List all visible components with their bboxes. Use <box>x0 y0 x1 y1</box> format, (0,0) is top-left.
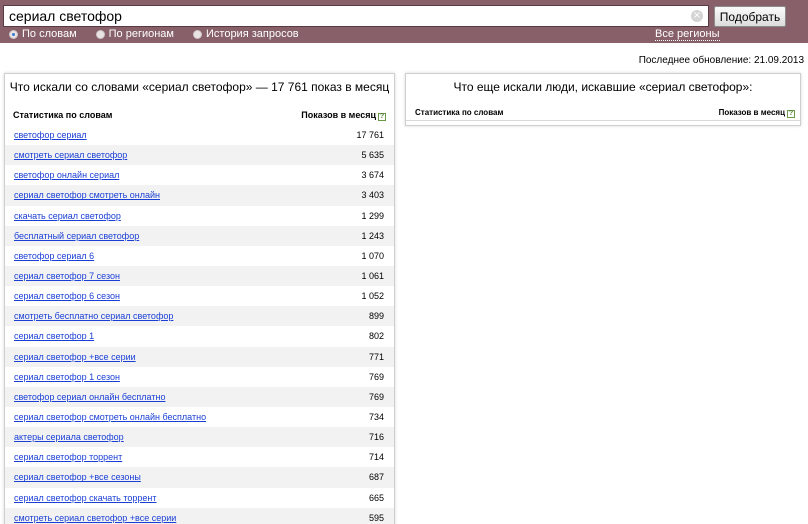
search-bar: × Подобрать По словам По регионам Истори… <box>0 0 808 43</box>
table-row: сериал светофор 7 сезон 1 061 <box>5 265 394 287</box>
column-header-shows: Показов в месяц? <box>719 108 795 118</box>
table-row: актеры сериала светофор 716 <box>5 427 394 448</box>
submit-button[interactable]: Подобрать <box>714 6 786 27</box>
question-icon[interactable]: ? <box>787 109 795 118</box>
shows-count: 687 <box>368 472 384 483</box>
phrase-link[interactable]: смотреть бесплатно сериал светофор <box>14 311 173 321</box>
phrase-link[interactable]: сериал светофор +все сезоны <box>14 472 141 482</box>
radio-label: По регионам <box>108 28 174 40</box>
shows-count: 17 761 <box>356 130 384 141</box>
phrase-link[interactable]: сериал светофор скачать торрент <box>14 493 157 503</box>
radio-history[interactable]: История запросов <box>193 28 299 40</box>
shows-count: 716 <box>368 432 384 443</box>
shows-count: 771 <box>368 351 384 362</box>
table-header: Статистика по словам Показов в месяц? <box>406 105 800 121</box>
phrase-link[interactable]: актеры сериала светофор <box>14 432 124 442</box>
radio-dot-icon <box>95 29 105 39</box>
table-row: сериал светофор 1 802 <box>5 326 394 346</box>
table-body: светофор сериал 17 761 смотреть сериал све… <box>5 125 394 524</box>
table-row: скачать сериал светофор 1 299 <box>5 206 394 226</box>
table-row: сериал светофор смотреть онлайн 3 403 <box>5 185 394 206</box>
table-row: смотреть бесплатно сериал светофор 899 <box>5 306 394 327</box>
shows-count: 665 <box>368 492 384 503</box>
table-row: сериал светофор 6 сезон 1 052 <box>5 286 394 306</box>
column-header-shows: Показов в месяц? <box>301 110 386 121</box>
phrase-link[interactable]: бесплатный сериал светофор <box>14 231 139 241</box>
table-row: бесплатный сериал светофор 1 243 <box>5 225 394 246</box>
shows-count: 769 <box>368 391 384 402</box>
table-row: сериал светофор смотреть онлайн бесплатн… <box>5 407 394 427</box>
table-row: смотреть сериал светофор +все серии 595 <box>5 507 394 524</box>
panel-title: Что искали со словами «сериал светофор» … <box>9 80 390 94</box>
shows-count: 1 061 <box>361 271 384 282</box>
phrase-link[interactable]: скачать сериал светофор <box>14 211 121 221</box>
shows-count: 1 070 <box>361 250 384 261</box>
last-updated: Последнее обновление: 21.09.2013 <box>638 55 804 66</box>
table-row: смотреть сериал светофор 5 635 <box>5 145 394 166</box>
phrase-link[interactable]: светофор сериал 6 <box>14 251 94 261</box>
shows-count: 769 <box>368 371 384 382</box>
shows-count: 1 052 <box>361 291 384 302</box>
phrase-link[interactable]: сериал светофор 6 сезон <box>14 291 120 301</box>
table-row: светофор онлайн сериал 3 674 <box>5 165 394 185</box>
related-searches-panel: Что еще искали люди, искавшие «сериал св… <box>405 73 801 126</box>
phrase-link[interactable]: сериал светофор смотреть онлайн <box>14 190 160 200</box>
phrase-link[interactable]: сериал светофор 1 <box>14 331 94 341</box>
shows-count: 899 <box>368 311 384 322</box>
phrase-link[interactable]: светофор сериал <box>14 130 87 140</box>
table-row: сериал светофор торрент 714 <box>5 447 394 467</box>
phrase-link[interactable]: светофор сериал онлайн бесплатно <box>14 392 165 402</box>
search-box: × <box>3 5 709 27</box>
phrase-link[interactable]: сериал светофор смотреть онлайн бесплатн… <box>14 412 206 422</box>
column-header-shows-label: Показов в месяц <box>718 107 785 117</box>
column-header-shows-label: Показов в месяц <box>301 109 376 120</box>
table-row: сериал светофор +все сезоны 687 <box>5 467 394 488</box>
shows-count: 734 <box>368 412 384 423</box>
table-header: Статистика по словам Показов в месяц? <box>5 108 394 122</box>
all-regions-link[interactable]: Все регионы <box>655 28 720 41</box>
table-row: сериал светофор +все серии 771 <box>5 346 394 367</box>
phrase-link[interactable]: сериал светофор 7 сезон <box>14 271 120 281</box>
radio-by-words[interactable]: По словам <box>9 28 77 40</box>
phrase-link[interactable]: сериал светофор 1 сезон <box>14 372 120 382</box>
table-row: светофор сериал 17 761 <box>5 125 394 145</box>
words-stats-panel: Что искали со словами «сериал светофор» … <box>4 73 395 524</box>
table-row: сериал светофор 1 сезон 769 <box>5 367 394 387</box>
radio-by-regions[interactable]: По регионам <box>95 28 174 40</box>
phrase-link[interactable]: смотреть сериал светофор +все серии <box>14 513 176 523</box>
shows-count: 3 403 <box>361 190 384 201</box>
shows-count: 802 <box>368 331 384 342</box>
radio-label: История запросов <box>206 28 299 40</box>
panel-title: Что еще искали люди, искавшие «сериал св… <box>453 80 753 94</box>
phrase-link[interactable]: сериал светофор +все серии <box>14 352 136 362</box>
phrase-link[interactable]: светофор онлайн сериал <box>14 170 119 180</box>
table-row: светофор сериал 6 1 070 <box>5 246 394 266</box>
column-header-stats: Статистика по словам <box>13 110 113 120</box>
phrase-link[interactable]: смотреть сериал светофор <box>14 150 127 160</box>
shows-count: 714 <box>368 452 384 463</box>
shows-count: 1 299 <box>361 210 384 221</box>
radio-label: По словам <box>22 28 77 40</box>
radio-dot-icon <box>193 29 202 39</box>
table-row: сериал светофор скачать торрент 665 <box>5 488 394 508</box>
shows-count: 595 <box>368 512 384 523</box>
radio-dot-icon <box>9 29 18 39</box>
search-mode-radios: По словам По регионам История запросов <box>9 28 318 40</box>
phrase-link[interactable]: сериал светофор торрент <box>14 452 122 462</box>
question-icon[interactable]: ? <box>378 112 386 121</box>
shows-count: 5 635 <box>361 150 384 161</box>
search-input[interactable] <box>4 6 684 26</box>
close-icon[interactable]: × <box>691 10 703 22</box>
shows-count: 1 243 <box>361 230 384 241</box>
table-row: светофор сериал онлайн бесплатно 769 <box>5 386 394 407</box>
column-header-stats: Статистика по словам <box>415 108 504 117</box>
shows-count: 3 674 <box>361 170 384 181</box>
